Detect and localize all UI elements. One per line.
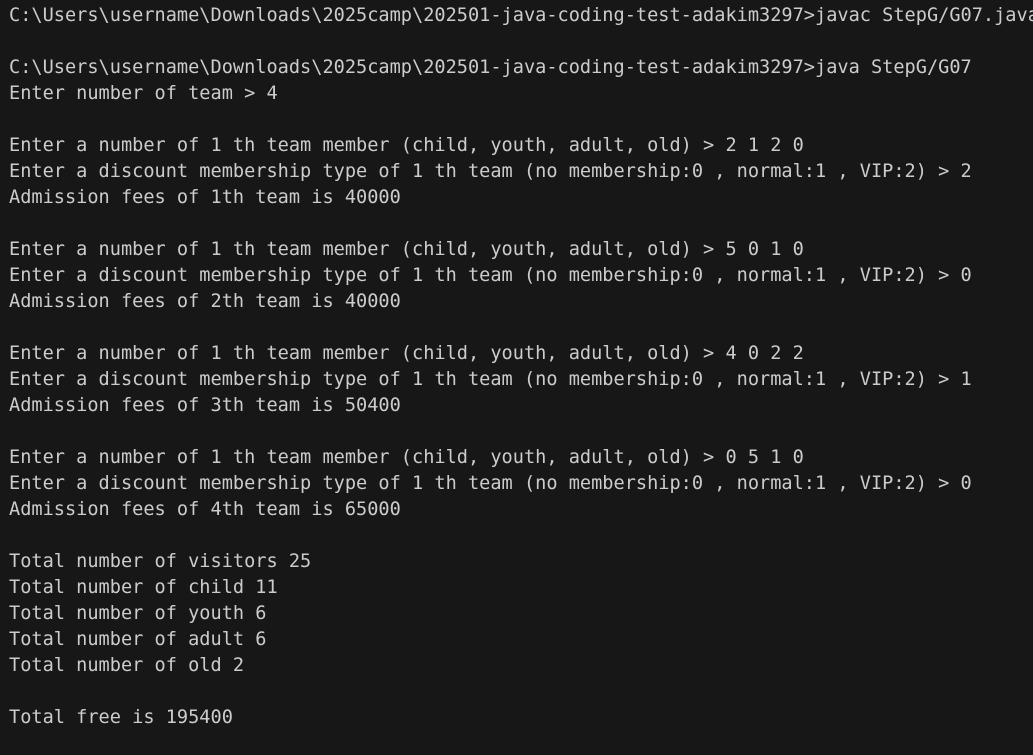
total-youth-line: Total number of youth 6 xyxy=(9,603,267,624)
membership-prompt: Enter a discount membership type of 1 th… xyxy=(9,369,972,390)
team-member-prompt: Enter a number of 1 th team member (chil… xyxy=(9,239,804,260)
command-line-compile: C:\Users\username\Downloads\2025camp\202… xyxy=(9,5,1033,26)
team-count-prompt: Enter number of team > 4 xyxy=(9,83,278,104)
total-child-line: Total number of child 11 xyxy=(9,577,278,598)
terminal-output[interactable]: C:\Users\username\Downloads\2025camp\202… xyxy=(0,0,1033,755)
team-member-prompt: Enter a number of 1 th team member (chil… xyxy=(9,343,804,364)
total-adult-line: Total number of adult 6 xyxy=(9,629,267,650)
command-line-run: C:\Users\username\Downloads\2025camp\202… xyxy=(9,57,972,78)
admission-fee-line: Admission fees of 3th team is 50400 xyxy=(9,395,401,416)
admission-fee-line: Admission fees of 4th team is 65000 xyxy=(9,499,401,520)
total-fee-line: Total free is 195400 xyxy=(9,707,233,728)
team-member-prompt: Enter a number of 1 th team member (chil… xyxy=(9,447,804,468)
admission-fee-line: Admission fees of 1th team is 40000 xyxy=(9,187,401,208)
membership-prompt: Enter a discount membership type of 1 th… xyxy=(9,265,972,286)
membership-prompt: Enter a discount membership type of 1 th… xyxy=(9,161,972,182)
team-member-prompt: Enter a number of 1 th team member (chil… xyxy=(9,135,804,156)
membership-prompt: Enter a discount membership type of 1 th… xyxy=(9,473,972,494)
total-old-line: Total number of old 2 xyxy=(9,655,245,676)
total-visitors-line: Total number of visitors 25 xyxy=(9,551,312,572)
admission-fee-line: Admission fees of 2th team is 40000 xyxy=(9,291,401,312)
